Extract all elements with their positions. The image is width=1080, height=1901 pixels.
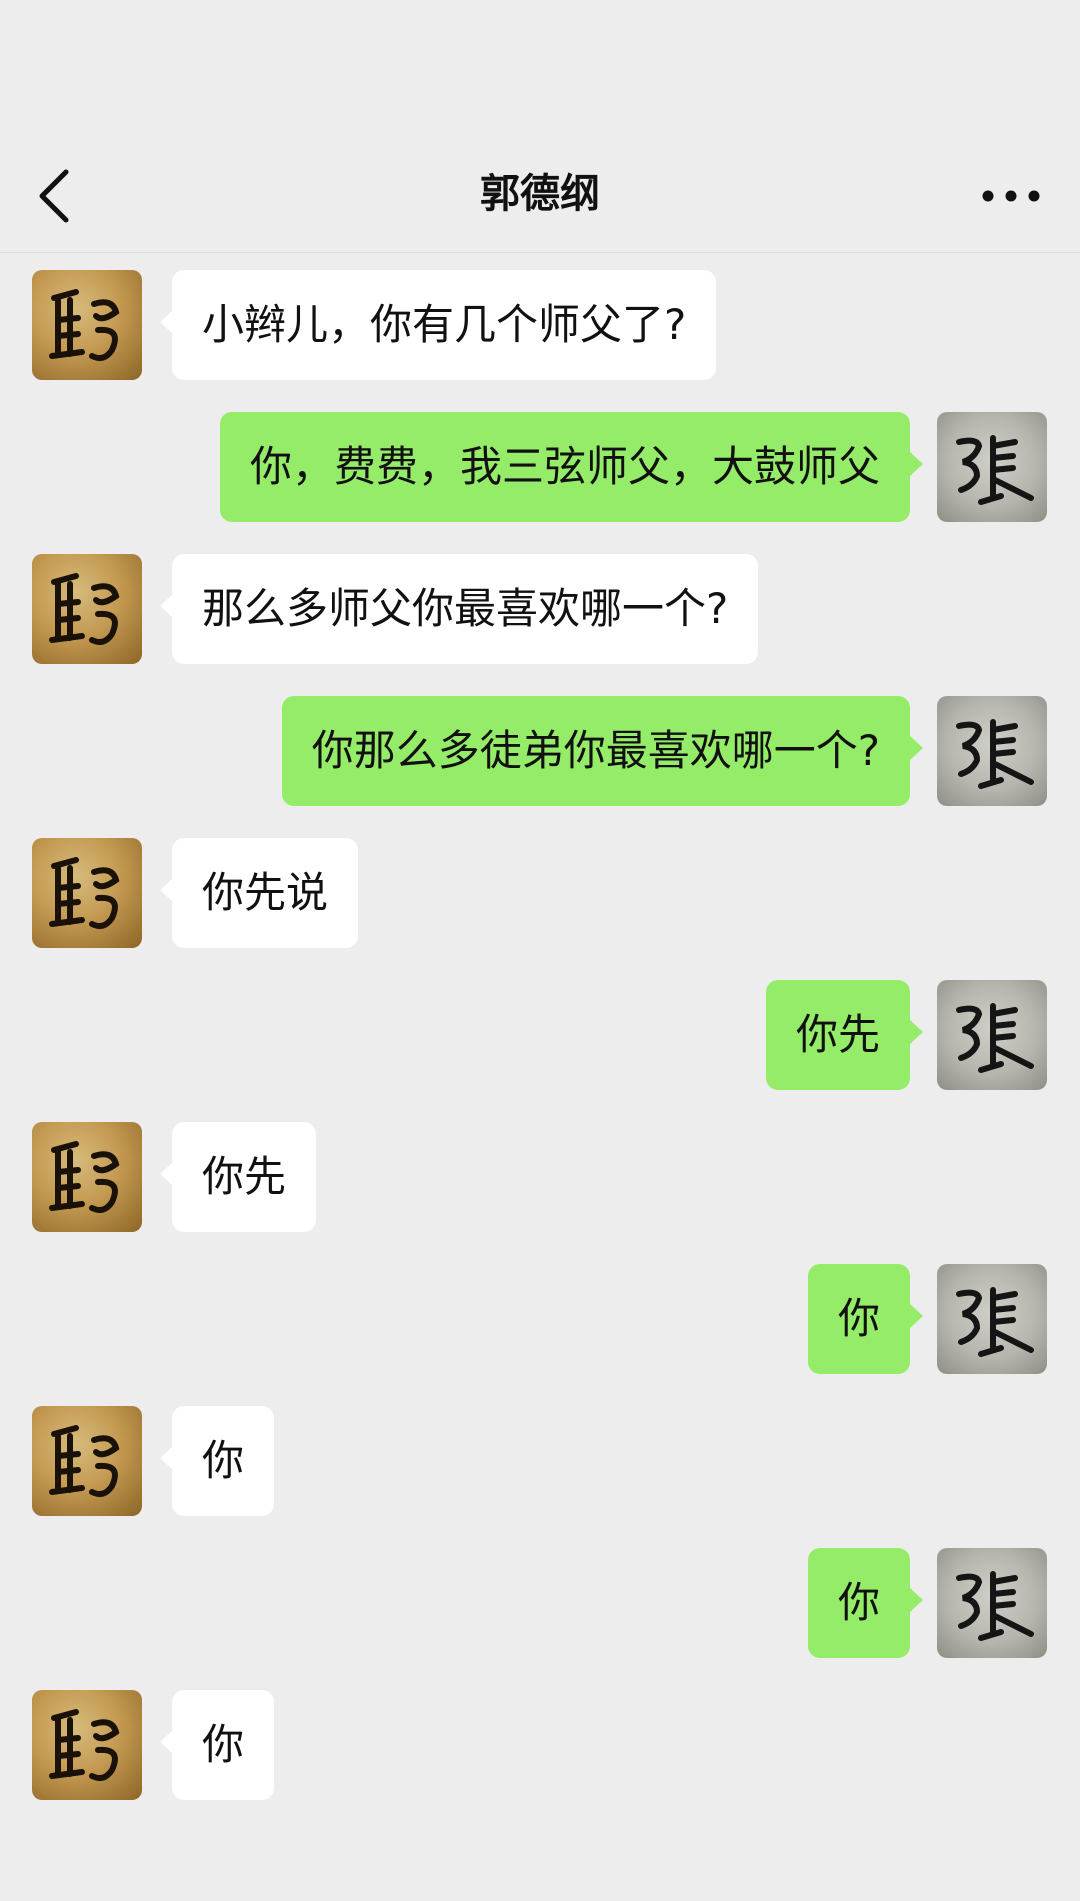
my-avatar[interactable] xyxy=(937,412,1047,522)
message-bubble[interactable]: 你，费费，我三弦师父，大鼓师父 xyxy=(219,412,910,522)
my-avatar[interactable] xyxy=(937,696,1047,806)
message-incoming: 你先 xyxy=(0,1122,1080,1232)
message-bubble[interactable]: 你 xyxy=(172,1406,275,1516)
status-bar xyxy=(0,0,1080,140)
contact-avatar[interactable] xyxy=(32,554,142,664)
calligraphy-guo-avatar-icon xyxy=(49,289,120,361)
calligraphy-guo-avatar-icon xyxy=(49,573,120,645)
message-bubble[interactable]: 你先说 xyxy=(172,838,359,948)
bubble-tail xyxy=(910,1304,923,1328)
message-outgoing: 你那么多徒弟你最喜欢哪一个? xyxy=(0,696,1080,806)
message-outgoing: 你 xyxy=(0,1264,1080,1374)
chevron-left-icon xyxy=(39,169,69,223)
more-options-button[interactable] xyxy=(966,160,1056,232)
calligraphy-guo-avatar-icon xyxy=(49,1141,120,1213)
chat-header: 郭德纲 xyxy=(0,140,1080,253)
calligraphy-zhang-avatar-icon xyxy=(956,719,1034,789)
back-button[interactable] xyxy=(24,160,96,232)
message-bubble[interactable]: 你先 xyxy=(765,980,910,1090)
message-incoming: 你 xyxy=(0,1406,1080,1516)
message-bubble[interactable]: 你 xyxy=(807,1264,910,1374)
message-bubble[interactable]: 你先 xyxy=(172,1122,317,1232)
bubble-tail xyxy=(910,736,923,760)
calligraphy-zhang-avatar-icon xyxy=(956,1571,1034,1641)
calligraphy-guo-avatar-icon xyxy=(49,857,120,929)
contact-avatar[interactable] xyxy=(32,270,142,380)
contact-avatar[interactable] xyxy=(32,1690,142,1800)
contact-avatar[interactable] xyxy=(32,1406,142,1516)
contact-avatar[interactable] xyxy=(32,1122,142,1232)
bubble-tail xyxy=(910,1020,923,1044)
message-bubble[interactable]: 你那么多徒弟你最喜欢哪一个? xyxy=(281,696,910,806)
message-bubble[interactable]: 你 xyxy=(172,1690,275,1800)
bubble-tail xyxy=(910,452,923,476)
message-bubble[interactable]: 那么多师父你最喜欢哪一个? xyxy=(172,554,759,664)
my-avatar[interactable] xyxy=(937,980,1047,1090)
message-outgoing: 你先 xyxy=(0,980,1080,1090)
calligraphy-guo-avatar-icon xyxy=(49,1709,120,1781)
message-list[interactable]: 小辫儿，你有几个师父了? 你，费费，我三弦师父，大鼓师父 那么多师父你最喜欢哪一… xyxy=(0,253,1080,1901)
chat-title: 郭德纲 xyxy=(480,171,600,217)
message-incoming: 你先说 xyxy=(0,838,1080,948)
calligraphy-zhang-avatar-icon xyxy=(956,435,1034,505)
my-avatar[interactable] xyxy=(937,1264,1047,1374)
message-outgoing: 你，费费，我三弦师父，大鼓师父 xyxy=(0,412,1080,522)
message-outgoing: 你 xyxy=(0,1548,1080,1658)
calligraphy-guo-avatar-icon xyxy=(49,1425,120,1497)
calligraphy-zhang-avatar-icon xyxy=(956,1003,1034,1073)
calligraphy-zhang-avatar-icon xyxy=(956,1287,1034,1357)
bubble-tail xyxy=(910,1588,923,1612)
message-bubble[interactable]: 你 xyxy=(807,1548,910,1658)
message-incoming: 你 xyxy=(0,1690,1080,1800)
message-incoming: 那么多师父你最喜欢哪一个? xyxy=(0,554,1080,664)
more-dots-icon xyxy=(982,190,1040,202)
message-incoming: 小辫儿，你有几个师父了? xyxy=(0,270,1080,380)
contact-avatar[interactable] xyxy=(32,838,142,948)
my-avatar[interactable] xyxy=(937,1548,1047,1658)
message-bubble[interactable]: 小辫儿，你有几个师父了? xyxy=(172,270,717,380)
